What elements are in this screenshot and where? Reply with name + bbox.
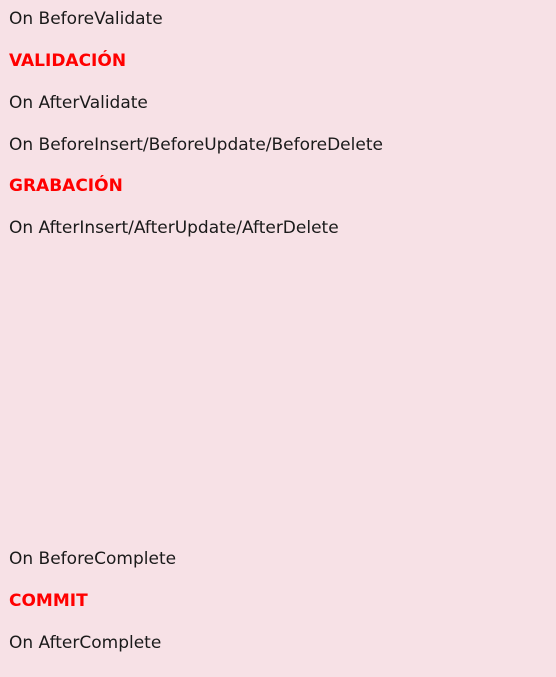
- event-after-validate: On AfterValidate: [9, 93, 148, 113]
- event-before-insert-update-delete: On BeforeInsert/BeforeUpdate/BeforeDelet…: [9, 135, 383, 155]
- stage-grabacion: GRABACIÓN: [9, 176, 123, 196]
- event-after-insert-update-delete: On AfterInsert/AfterUpdate/AfterDelete: [9, 218, 339, 238]
- event-sequence-page: On BeforeValidate VALIDACIÓN On AfterVal…: [0, 0, 556, 677]
- event-before-validate: On BeforeValidate: [9, 9, 163, 29]
- stage-validacion: VALIDACIÓN: [9, 51, 127, 71]
- stage-commit: COMMIT: [9, 591, 88, 611]
- event-before-complete: On BeforeComplete: [9, 549, 177, 569]
- event-after-complete: On AfterComplete: [9, 633, 162, 653]
